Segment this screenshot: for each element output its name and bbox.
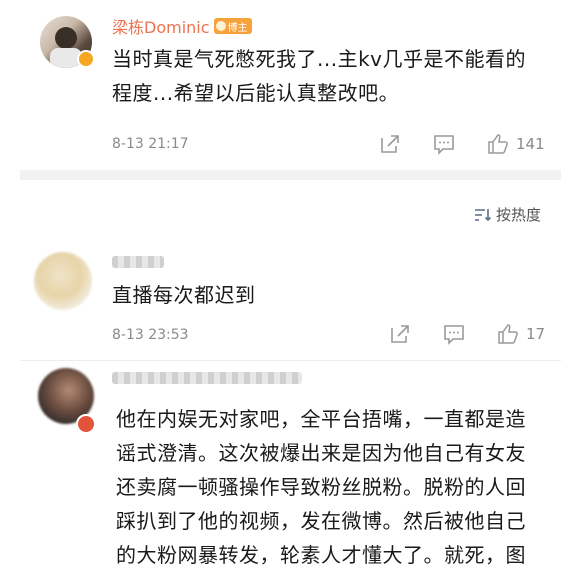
comment-text: 当时真是气死憋死我了...主kv几乎是不能看的 程度...希望以后能认真整改吧。 [112,42,562,110]
blurred-username [112,256,164,268]
verified-badge-icon [77,50,95,68]
username[interactable]: 梁栋Dominic [112,18,210,37]
comment-text: 他在内娱无对家吧，全平台捂嘴，一直都是造 谣式澄清。这次被爆出来是因为他自己有女… [116,402,576,572]
badge-icon [215,21,226,31]
section-divider [20,170,561,180]
blogger-badge: 博主 [213,18,252,34]
share-icon[interactable] [378,132,402,156]
blurred-username [112,372,302,384]
like-count: 141 [516,135,545,153]
comment-actions: 17 [388,322,545,346]
like-icon[interactable] [486,132,510,156]
share-icon[interactable] [388,322,412,346]
sort-label: 按热度 [496,206,542,224]
comment-line: 踩扒到了他的视频，发在微博。然后被他自己 [116,509,526,533]
comment-time: 8-13 21:17 [112,136,189,152]
comment-icon[interactable] [432,132,456,156]
comment-time: 8-13 23:53 [112,327,189,343]
comment-header: 梁栋Dominic 博主 [112,14,252,38]
comment-line: 的大粉网暴转发，轮素人才懂大了。就死，图 [116,543,526,567]
comment-line: 当时真是气死憋死我了...主kv几乎是不能看的 [112,47,526,71]
sort-by-heat-button[interactable]: 按热度 [474,204,541,225]
comment-line: 谣式澄清。这次被爆出来是因为他自己有女友 [116,441,526,465]
like-count: 17 [526,325,546,343]
comment-text: 直播每次都迟到 [112,283,256,307]
comment-icon[interactable] [442,322,466,346]
comment-line: 他在内娱无对家吧，全平台捂嘴，一直都是造 [116,407,526,431]
like-icon[interactable] [496,322,520,346]
sort-icon [475,208,492,221]
comment-line: 还卖腐一顿骚操作导致粉丝脱粉。脱粉的人回 [116,475,526,499]
comment-actions: 141 [378,132,545,156]
comment-line: 程度...希望以后能认真整改吧。 [112,81,400,105]
badge-icon [76,414,96,434]
avatar[interactable] [34,252,92,310]
badge-label: 博主 [227,22,248,34]
section-divider [20,360,561,361]
